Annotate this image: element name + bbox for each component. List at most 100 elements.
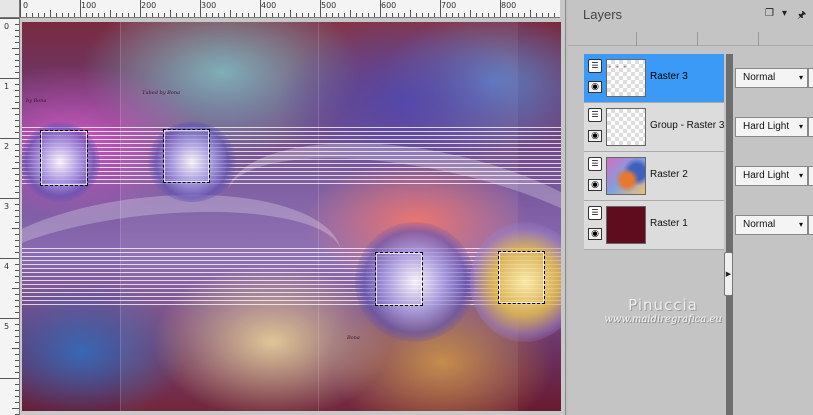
ruler-label: 500 [321,1,337,10]
layer-page-icon[interactable]: ☰ [588,157,602,171]
blend-row: Normal ▾ [733,54,813,103]
palette-title: Layers [583,7,623,22]
layer-row-raster-2[interactable]: ☰ ◉ Raster 2 [584,152,724,201]
layer-icons: ☰ ◉ [586,155,604,199]
opacity-field[interactable] [808,68,813,88]
blend-mode-select[interactable]: Hard Light ▾ [735,117,808,137]
ruler-tick [15,192,19,193]
ruler-tick [15,264,19,265]
ruler-label: 700 [441,1,457,10]
visibility-eye-icon[interactable]: ◉ [588,179,602,191]
ruler-tick [428,13,429,17]
blend-mode-value: Hard Light [743,121,790,132]
ruler-tick [362,13,363,17]
collapse-arrow-icon[interactable]: ▶ [724,252,733,296]
ruler-tick [15,180,19,181]
ruler-label: 5 [4,322,10,331]
ruler-tick [344,13,345,17]
app-window: 0 100 200 300 400 500 600 700 800 0 1 2 … [0,0,813,415]
selection-marquee[interactable] [163,129,210,183]
layer-thumbnail [606,157,646,195]
ruler-tick [440,0,441,17]
ruler-top: 0 100 200 300 400 500 600 700 800 [20,0,560,18]
ruler-tick [284,13,285,17]
ruler-tick [422,13,423,17]
ruler-tick [104,13,105,17]
stripe-band-top [22,127,561,185]
ruler-tick [15,174,19,175]
ruler-tick [188,13,189,17]
ruler-tick [12,288,19,289]
blend-mode-select[interactable]: Hard Light ▾ [735,166,808,186]
selection-marquee[interactable] [498,251,545,304]
layer-page-icon[interactable]: ☰ [588,206,602,220]
blend-mode-select[interactable]: Normal ▾ [735,215,808,235]
ruler-tick [80,0,81,17]
ruler-tick [206,13,207,17]
ruler-tick [62,13,63,17]
layer-page-icon[interactable]: ☰ [588,108,602,122]
layer-row-raster-3[interactable]: ☰ ◉ ••• Raster 3 [584,54,724,103]
opacity-field[interactable] [808,215,813,235]
ruler-tick [86,13,87,17]
ruler-tick [15,390,19,391]
ruler-label: 0 [4,22,10,31]
visibility-eye-icon[interactable]: ◉ [588,228,602,240]
ruler-tick [320,0,321,17]
canvas-area[interactable]: 0 100 200 300 400 500 600 700 800 0 1 2 … [0,0,566,415]
ruler-tick [15,282,19,283]
blend-mode-select[interactable]: Normal ▾ [735,68,808,88]
palette-title-bar: Layers ❐ ▾ 🖈 [568,0,813,28]
ruler-tick [15,222,19,223]
layers-palette: Layers ❐ ▾ 🖈 ☰ ◉ ••• Raster 3 ☰ ◉ Group … [568,0,813,415]
toolbar-separator [758,32,759,46]
selection-marquee[interactable] [40,130,88,186]
ruler-corner [0,0,20,18]
ruler-tick [368,13,369,17]
layer-row-raster-1[interactable]: ☰ ◉ Raster 1 [584,201,724,250]
selection-marquee[interactable] [375,252,423,306]
ruler-tick [15,276,19,277]
signature-text: Bona [347,335,360,341]
ruler-tick [15,162,19,163]
ruler-tick [0,378,19,379]
ruler-tick [230,10,231,17]
ruler-label: 1 [4,82,10,91]
ruler-tick [182,13,183,17]
watermark: Pinuccia www.maidiregrafica.eu [593,296,733,325]
ruler-tick [15,336,19,337]
ruler-tick [116,13,117,17]
visibility-eye-icon[interactable]: ◉ [588,130,602,142]
palette-menu-icon[interactable]: ▾ [782,8,787,19]
ruler-tick [15,102,19,103]
dropdown-arrow-icon: ▾ [798,220,803,229]
visibility-eye-icon[interactable]: ◉ [588,81,602,93]
ruler-label: 2 [4,142,10,151]
document-image[interactable]: by Bona Tubed by Bona Bona [22,22,561,411]
ruler-tick [15,270,19,271]
ruler-tick [15,252,19,253]
ruler-tick [134,13,135,17]
opacity-field[interactable] [808,166,813,186]
blend-mode-value: Normal [743,72,776,83]
ruler-tick [15,90,19,91]
blend-mode-value: Hard Light [743,170,790,181]
ruler-tick [338,13,339,17]
ruler-tick [15,30,19,31]
ruler-label: 4 [4,262,10,271]
ruler-tick [0,198,19,199]
layer-row-group-raster-3[interactable]: ☰ ◉ Group - Raster 3 [584,103,724,152]
ruler-tick [458,13,459,17]
ruler-tick [15,114,19,115]
ruler-tick [452,13,453,17]
ruler-tick [15,324,19,325]
layer-page-icon[interactable]: ☰ [588,59,602,73]
panel-splitter[interactable] [726,54,733,415]
ruler-tick [314,13,315,17]
dock-window-icon[interactable]: ❐ [765,8,774,19]
signature-text: Tubed by Bona [142,90,181,96]
ruler-tick [416,13,417,17]
opacity-field[interactable] [808,117,813,137]
ruler-tick [470,10,471,17]
pin-icon[interactable]: 🖈 [797,8,806,25]
